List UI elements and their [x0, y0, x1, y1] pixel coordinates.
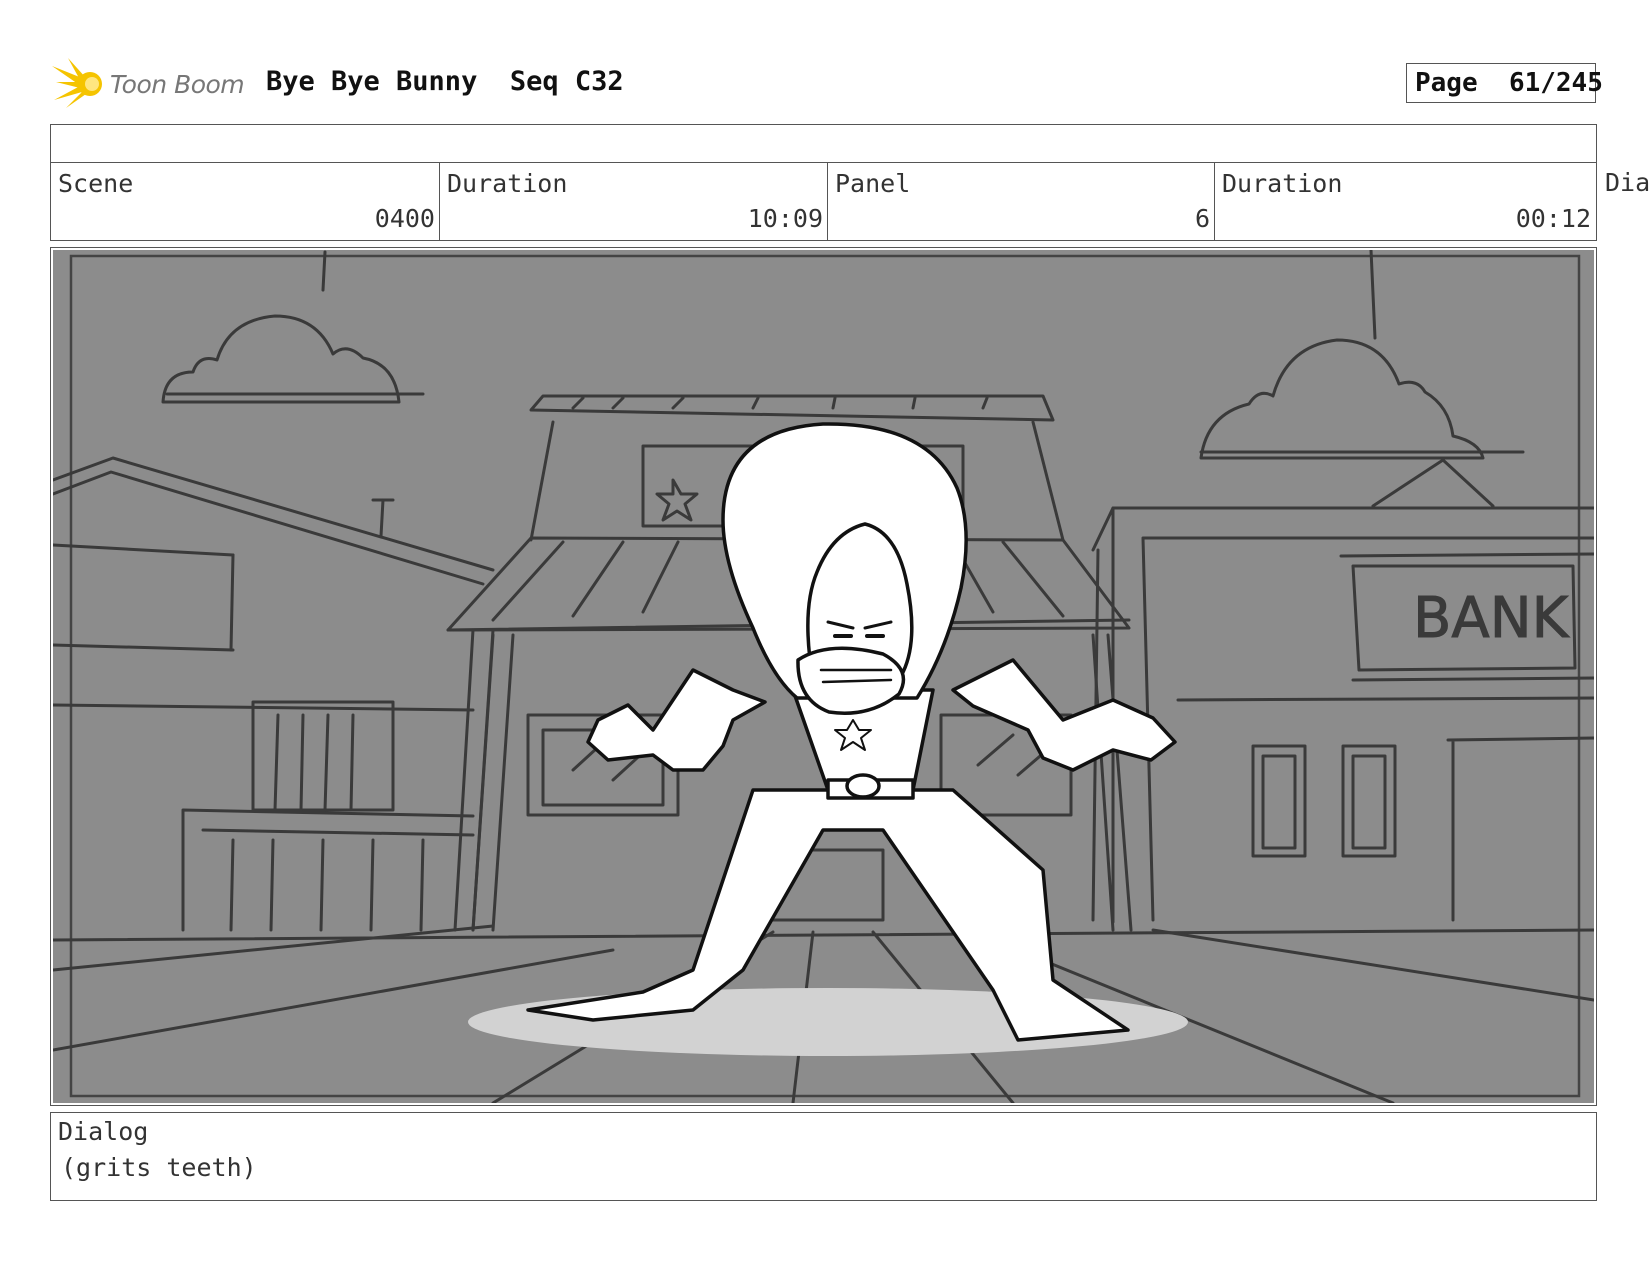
panel-duration-cell: Duration 00:12 — [1214, 163, 1595, 240]
scene-duration-cell: Duration 10:09 — [439, 163, 827, 240]
panel-cell: Panel 6 — [827, 163, 1214, 240]
page-number: 61/245 — [1508, 68, 1603, 98]
toon-boom-logo-icon — [52, 58, 102, 108]
project-title: Bye Bye Bunny — [266, 66, 478, 97]
panel-duration-label: Duration — [1222, 169, 1343, 198]
dialog-column-overflow-label: Dia — [1605, 168, 1650, 197]
panel-label: Panel — [835, 169, 911, 198]
bank-sign-text: BANK — [1413, 586, 1570, 651]
dialog-text: (grits teeth) — [61, 1153, 257, 1182]
scene-duration-label: Duration — [447, 169, 568, 198]
scene-cell: Scene 0400 — [51, 163, 439, 240]
scene-value: 0400 — [374, 204, 435, 233]
panel-value: 6 — [1194, 204, 1210, 233]
logo-text: Toon Boom — [110, 70, 245, 99]
page-label: Page — [1415, 68, 1478, 98]
page-indicator: Page 61/245 — [1406, 63, 1603, 103]
panel-duration-value: 00:12 — [1515, 204, 1591, 233]
dialog-label: Dialog — [58, 1117, 149, 1146]
scene-label: Scene — [58, 169, 134, 198]
scene-duration-value: 10:09 — [747, 204, 823, 233]
panel-info-row: Scene 0400 Duration 10:09 Panel 6 Durati… — [50, 162, 1597, 241]
storyboard-sketch: BANK — [53, 250, 1594, 1103]
storyboard-panel: BANK — [50, 247, 1597, 1106]
dialog-box: Dialog (grits teeth) — [50, 1112, 1597, 1201]
sequence-label: Seq C32 — [509, 66, 624, 97]
document-title: Bye Bye Bunny Seq C32 — [266, 66, 624, 97]
header-spacer-row — [50, 124, 1597, 163]
